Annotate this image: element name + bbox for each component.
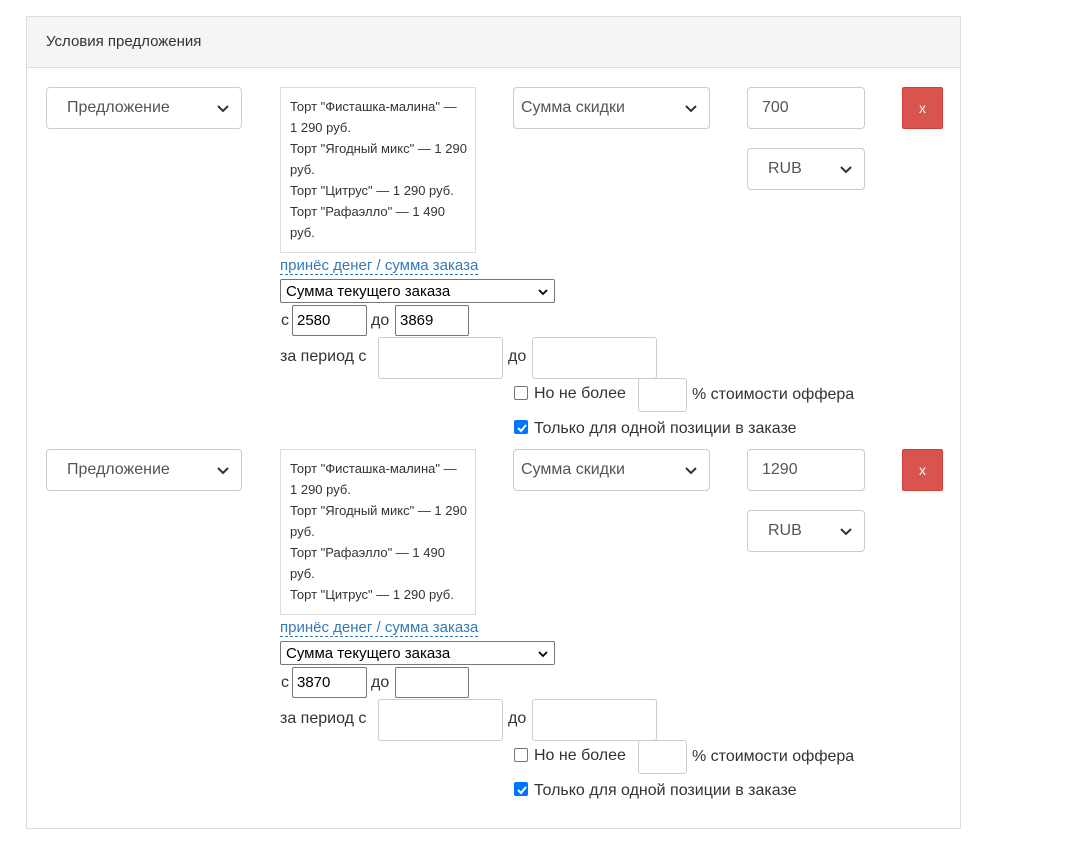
amount-basis-select[interactable]: Сумма текущего заказа	[280, 641, 555, 665]
period-from-label: за период с	[280, 348, 367, 365]
chevron-down-icon	[217, 105, 229, 113]
amount-basis-value: Сумма текущего заказа	[286, 645, 451, 662]
period-from-input[interactable]	[378, 699, 503, 741]
period-to-input[interactable]	[532, 337, 657, 379]
product-option[interactable]: Торт "Рафаэлло" — 1 490 руб.	[290, 201, 467, 243]
product-option[interactable]: Торт "Ягодный микс" — 1 290 руб.	[290, 500, 467, 542]
discount-type-select[interactable]: Сумма скидки	[513, 449, 710, 491]
remove-row-button[interactable]: x	[902, 449, 943, 491]
single-position-label: Только для одной позиции в заказе	[534, 420, 797, 437]
max-percent-label: Но не более	[534, 747, 626, 764]
max-percent-input[interactable]	[638, 378, 687, 412]
amount-to-input[interactable]	[395, 667, 469, 698]
amount-basis-value: Сумма текущего заказа	[286, 283, 451, 300]
offer-type-value: Предложение	[67, 99, 170, 116]
condition-row: Предложение Торт "Фисташка-малина" — 1 2…	[0, 87, 1068, 449]
max-percent-suffix: % стоимости оффера	[692, 748, 855, 765]
chevron-down-icon	[840, 528, 852, 536]
product-option[interactable]: Торт "Рафаэлло" — 1 490 руб.	[290, 542, 467, 584]
product-option[interactable]: Торт "Цитрус" — 1 290 руб.	[290, 584, 467, 605]
condition-row: Предложение Торт "Фисташка-малина" — 1 2…	[0, 449, 1068, 811]
check-icon	[517, 424, 527, 433]
amount-from-value: 3870	[297, 674, 331, 691]
toggle-amount-link[interactable]: принёс денег / сумма заказа	[280, 619, 479, 637]
currency-select[interactable]: RUB	[747, 148, 865, 190]
product-option[interactable]: Торт "Ягодный микс" — 1 290 руб.	[290, 138, 467, 180]
panel-title: Условия предложения	[46, 33, 202, 50]
amount-to-value: 3869	[400, 312, 434, 329]
max-percent-label: Но не более	[534, 385, 626, 402]
product-option[interactable]: Торт "Цитрус" — 1 290 руб.	[290, 180, 467, 201]
discount-value-input[interactable]: 700	[747, 87, 865, 129]
from-label: с	[281, 312, 289, 329]
discount-type-value: Сумма скидки	[521, 461, 625, 478]
single-position-checkbox[interactable]	[514, 782, 528, 796]
amount-basis-select[interactable]: Сумма текущего заказа	[280, 279, 555, 303]
chevron-down-icon	[685, 105, 697, 113]
amount-from-value: 2580	[297, 312, 331, 329]
chevron-down-icon	[840, 166, 852, 174]
discount-type-value: Сумма скидки	[521, 99, 625, 116]
period-from-label: за период с	[280, 710, 367, 727]
amount-from-input[interactable]: 3870	[292, 667, 367, 698]
product-option[interactable]: Торт "Фисташка-малина" — 1 290 руб.	[290, 96, 467, 138]
check-icon	[517, 786, 527, 795]
period-from-input[interactable]	[378, 337, 503, 379]
single-position-checkbox[interactable]	[514, 420, 528, 434]
to-label: до	[371, 674, 390, 691]
chevron-down-icon	[538, 651, 548, 658]
max-percent-checkbox[interactable]	[514, 386, 528, 400]
products-multiselect[interactable]: Торт "Фисташка-малина" — 1 290 руб. Торт…	[280, 449, 476, 615]
currency-value: RUB	[768, 160, 802, 177]
amount-to-input[interactable]: 3869	[395, 305, 469, 336]
discount-value-input[interactable]: 1290	[747, 449, 865, 491]
discount-type-select[interactable]: Сумма скидки	[513, 87, 710, 129]
amount-from-input[interactable]: 2580	[292, 305, 367, 336]
discount-value: 1290	[762, 461, 798, 478]
period-to-input[interactable]	[532, 699, 657, 741]
period-to-label: до	[508, 710, 527, 727]
max-percent-checkbox[interactable]	[514, 748, 528, 762]
toggle-amount-link[interactable]: принёс денег / сумма заказа	[280, 257, 479, 275]
period-to-label: до	[508, 348, 527, 365]
discount-value: 700	[762, 99, 789, 116]
from-label: с	[281, 674, 289, 691]
offer-type-value: Предложение	[67, 461, 170, 478]
product-option[interactable]: Торт "Фисташка-малина" — 1 290 руб.	[290, 458, 467, 500]
panel-header: Условия предложения	[27, 17, 960, 68]
chevron-down-icon	[538, 289, 548, 296]
max-percent-input[interactable]	[638, 740, 687, 774]
chevron-down-icon	[685, 467, 697, 475]
products-multiselect[interactable]: Торт "Фисташка-малина" — 1 290 руб. Торт…	[280, 87, 476, 253]
remove-row-button[interactable]: x	[902, 87, 943, 129]
to-label: до	[371, 312, 390, 329]
currency-value: RUB	[768, 522, 802, 539]
chevron-down-icon	[217, 467, 229, 475]
single-position-label: Только для одной позиции в заказе	[534, 782, 797, 799]
currency-select[interactable]: RUB	[747, 510, 865, 552]
offer-type-select[interactable]: Предложение	[46, 87, 242, 129]
offer-type-select[interactable]: Предложение	[46, 449, 242, 491]
max-percent-suffix: % стоимости оффера	[692, 386, 855, 403]
